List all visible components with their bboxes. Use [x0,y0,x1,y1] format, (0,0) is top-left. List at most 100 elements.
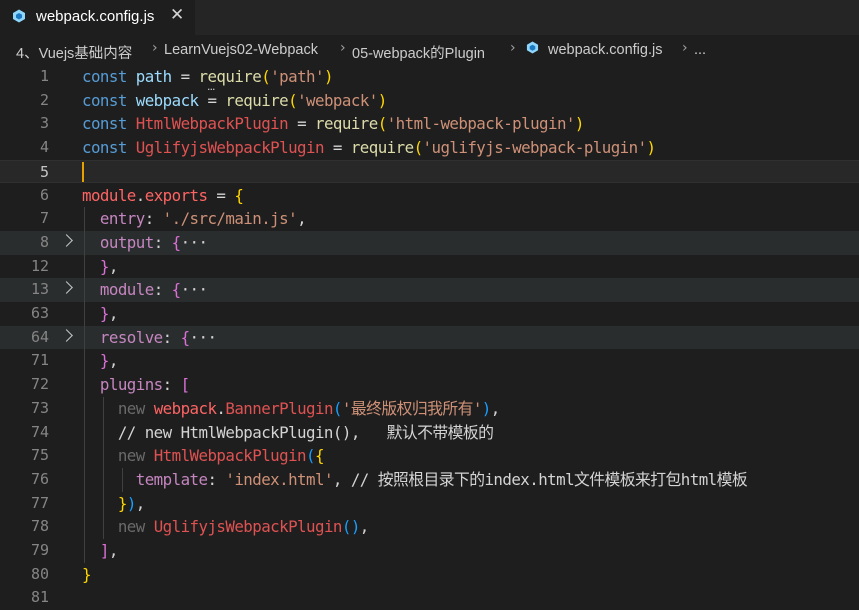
code-token: } [99,256,110,276]
code-token: : [153,232,172,252]
code-token: } [99,304,110,323]
breadcrumb-item-subfolder[interactable]: 05-webpack的Plugin [352,42,485,63]
code-token: = [207,185,235,205]
code-line[interactable]: 71 }, [0,349,859,373]
code-line[interactable]: 80} [0,563,859,587]
chevron-right-icon: › [682,40,688,56]
code-token: module [82,185,136,205]
code-line[interactable]: 73 new webpack.BannerPlugin('最终版权归我所有'), [0,397,859,421]
code-text: resolve: {··· [82,326,217,350]
code-token: , [108,541,119,560]
code-text: output: {··· [82,231,208,255]
line-number: 73 [30,398,49,417]
code-text: const UglifyjsWebpackPlugin = require('u… [82,136,656,160]
code-token: require [315,114,378,134]
code-token: ) [377,90,388,110]
code-line[interactable]: 76 template: 'index.html', // 按照根目录下的ind… [0,468,859,492]
line-number: 6 [39,185,49,204]
code-token: , [297,209,307,229]
code-token: ) [481,398,492,418]
code-line[interactable]: 13 module: {··· [0,278,859,302]
code-token: { [315,446,325,466]
line-number: 80 [30,564,49,583]
code-text: }, [82,349,118,373]
code-token: const [82,67,136,86]
code-token: } [82,564,92,584]
breadcrumb-item-folder[interactable]: 4、Vuejs基础内容 [16,42,132,63]
code-line[interactable]: 78 new UglifyjsWebpackPlugin(), [0,515,859,539]
line-number: 3 [39,114,49,133]
code-token: { [171,232,182,252]
code-token: , [108,351,119,371]
code-line[interactable]: 75 new HtmlWebpackPlugin({ [0,444,859,468]
tab-webpack-config[interactable]: webpack.config.js ✕ [0,0,195,35]
code-token: . [135,185,146,205]
code-token: , [135,493,146,513]
code-line[interactable]: 72 plugins: [ [0,373,859,397]
code-token: ··· [180,280,208,300]
code-token: new [117,446,154,466]
code-text: } [82,563,92,587]
code-line[interactable]: 3 const HtmlWebpackPlugin = require('html… [0,112,859,136]
code-token: './src/main.js' [162,209,298,229]
indent-guide [84,207,85,563]
breadcrumb-item-project[interactable]: LearnVuejs02-Webpack [164,42,318,58]
code-token: ··· [189,327,217,347]
code-line[interactable]: 12 }, [0,255,859,279]
fold-chevron-icon[interactable] [60,281,73,295]
code-token: ) [126,493,137,513]
code-token: { [234,185,244,205]
code-line[interactable]: 5 [0,159,859,184]
code-text: const webpack = require('webpack') [82,89,387,113]
code-text: }), [82,492,145,516]
code-text: module: {··· [82,278,208,302]
chevron-right-icon: › [340,40,346,56]
chevron-right-icon: › [152,40,158,56]
code-token: // new HtmlWebpackPlugin(), 默认不带模板的 [117,422,494,442]
code-text: new webpack.BannerPlugin('最终版权归我所有'), [82,397,500,421]
code-line[interactable]: 7 entry: './src/main.js', [0,207,859,231]
code-text: }, [82,302,118,326]
code-line[interactable]: 6 module.exports = { [0,184,859,208]
code-line[interactable]: 2 const webpack = require('webpack') [0,89,859,113]
code-token: resolve [99,327,163,347]
breadcrumb-item-more[interactable]: ... [694,42,706,58]
breadcrumb: 4、Vuejs基础内容 › LearnVuejs02-Webpack › 05-… [0,35,859,65]
tab-title: webpack.config.js [36,8,155,25]
code-token: output [99,232,154,252]
code-line[interactable]: 79 ], [0,539,859,563]
code-editor[interactable]: 1 const path = require('path') 2 const webp… [0,65,859,606]
line-number: 78 [30,517,49,536]
code-text: module.exports = { [82,184,244,208]
code-line[interactable]: 4 const UglifyjsWebpackPlugin = require('… [0,136,859,160]
code-token: , [108,256,119,276]
code-line[interactable]: 63 }, [0,302,859,326]
code-line[interactable]: 74 // new HtmlWebpackPlugin(), 默认不带模板的 [0,421,859,445]
code-token: { [180,327,191,347]
code-token: BannerPlugin [225,398,333,418]
code-line[interactable]: 8 output: {··· [0,230,859,255]
code-line[interactable]: 1 const path = require('path') [0,65,859,89]
code-token: const [82,114,136,134]
code-line[interactable]: 77 }), [0,492,859,516]
code-token: // 按照根目录下的index.html文件模板来打包html模板 [350,469,748,489]
code-line[interactable]: 64 resolve: {··· [0,325,859,350]
code-token: plugins [99,375,163,395]
code-token: path [135,67,172,86]
code-token: HtmlWebpackPlugin [135,114,289,134]
line-number: 12 [30,256,49,275]
code-token: = [171,67,199,86]
fold-chevron-icon[interactable] [60,328,73,342]
code-line[interactable]: 81 [0,586,859,610]
code-token: ) [574,114,585,134]
code-token: : [144,209,163,229]
close-icon[interactable]: ✕ [170,5,184,25]
breadcrumb-item-file[interactable]: webpack.config.js [548,42,662,58]
fold-chevron-icon[interactable] [60,234,73,247]
line-number: 77 [30,493,49,512]
code-token: = [198,90,226,110]
